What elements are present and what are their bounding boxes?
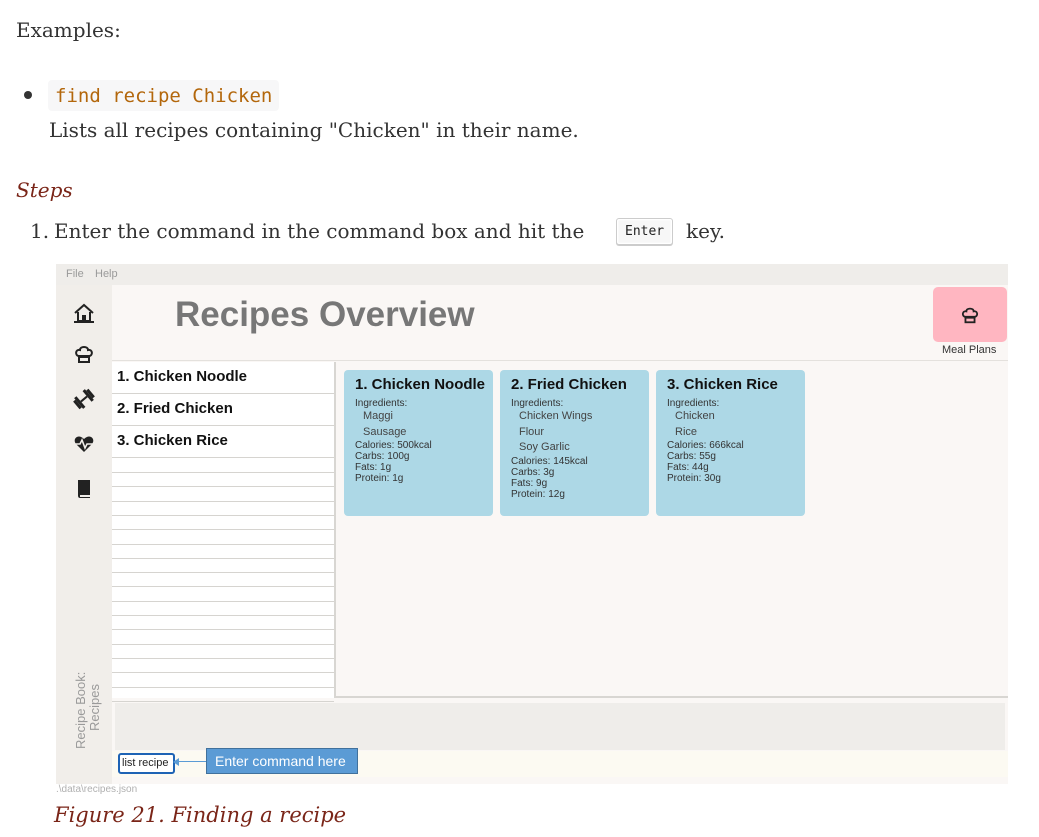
empty-row-divider bbox=[112, 615, 334, 616]
list-item[interactable]: 3. Chicken Rice bbox=[112, 426, 334, 458]
app-window: File Help Recipe Book: Recipes Recipes O… bbox=[56, 264, 1008, 784]
recipe-card-panel: 1. Chicken Noodle Ingredients: Maggi Sau… bbox=[336, 362, 1008, 698]
page-title: Recipes Overview bbox=[175, 295, 475, 334]
empty-row-divider bbox=[112, 700, 334, 702]
example-description: Lists all recipes containing "Chicken" i… bbox=[49, 118, 579, 142]
list-item[interactable]: 1. Chicken Noodle bbox=[112, 362, 334, 394]
annotation-arrow bbox=[178, 761, 206, 762]
title-area: Recipes Overview bbox=[112, 285, 1008, 361]
step-text: Enter the command in the command box and… bbox=[54, 219, 585, 243]
status-bar-path: .\data\recipes.json bbox=[56, 784, 138, 795]
card-fats: Fats: 1g bbox=[355, 462, 392, 473]
recipe-card[interactable]: 1. Chicken Noodle Ingredients: Maggi Sau… bbox=[344, 370, 493, 516]
home-icon[interactable] bbox=[70, 299, 98, 327]
meal-plans-button[interactable] bbox=[933, 287, 1007, 342]
steps-heading: Steps bbox=[16, 178, 73, 202]
recipe-book-label-line1: Recipe Book: bbox=[73, 671, 88, 749]
figure-caption: Figure 21. Finding a recipe bbox=[54, 803, 347, 827]
card-ingredient: Flour bbox=[519, 425, 545, 438]
recipe-card[interactable]: 3. Chicken Rice Ingredients: Chicken Ric… bbox=[656, 370, 805, 516]
annotation-arrowhead bbox=[173, 758, 179, 766]
empty-row-divider bbox=[112, 686, 334, 688]
recipe-list: 1. Chicken Noodle 2. Fried Chicken 3. Ch… bbox=[112, 362, 336, 702]
empty-row-divider bbox=[112, 629, 334, 631]
empty-row-divider bbox=[112, 572, 334, 574]
empty-row-divider bbox=[112, 672, 334, 674]
card-title: 2. Fried Chicken bbox=[511, 376, 627, 393]
card-fats: Fats: 9g bbox=[511, 477, 548, 489]
empty-row-divider bbox=[112, 557, 334, 559]
chef-hat-icon[interactable] bbox=[70, 340, 98, 368]
bullet-point bbox=[24, 91, 32, 99]
card-calories: Calories: 145kcal bbox=[511, 455, 588, 467]
annotation-callout: Enter command here bbox=[206, 748, 358, 774]
card-carbs: Carbs: 3g bbox=[511, 466, 555, 478]
card-ingredient: Sausage bbox=[363, 425, 407, 438]
card-ingredients-label: Ingredients: bbox=[511, 398, 564, 409]
empty-row-divider bbox=[112, 600, 334, 602]
empty-row-divider bbox=[112, 500, 334, 502]
list-item[interactable]: 2. Fried Chicken bbox=[112, 394, 334, 426]
sidebar: Recipe Book: Recipes bbox=[56, 285, 112, 784]
card-carbs: Carbs: 100g bbox=[355, 451, 410, 462]
result-display bbox=[115, 703, 1005, 750]
card-fats: Fats: 44g bbox=[667, 462, 709, 473]
example-command-code: find recipe Chicken bbox=[48, 80, 280, 111]
menu-help[interactable]: Help bbox=[95, 268, 118, 280]
step-text-end: key. bbox=[686, 219, 725, 243]
menu-file[interactable]: File bbox=[66, 268, 84, 280]
card-ingredient: Chicken Wings bbox=[519, 410, 593, 422]
card-ingredients-label: Ingredients: bbox=[667, 398, 720, 409]
empty-row-divider bbox=[112, 643, 334, 645]
card-ingredient: Rice bbox=[675, 425, 698, 438]
recipe-book-label: Recipe Book: Recipes bbox=[73, 671, 102, 749]
empty-row-divider bbox=[112, 529, 334, 531]
card-ingredient: Chicken bbox=[675, 410, 715, 422]
card-title: 1. Chicken Noodle bbox=[355, 376, 486, 393]
card-protein: Protein: 12g bbox=[511, 488, 565, 500]
card-protein: Protein: 1g bbox=[355, 473, 404, 484]
card-ingredient: Soy Garlic bbox=[519, 441, 570, 453]
menu-bar: File Help bbox=[56, 264, 1008, 285]
heartbeat-icon[interactable] bbox=[70, 430, 98, 458]
card-ingredients-label: Ingredients: bbox=[355, 398, 408, 409]
card-calories: Calories: 500kcal bbox=[355, 440, 432, 451]
recipe-book-label-line2: Recipes bbox=[87, 684, 102, 731]
empty-row-divider bbox=[112, 486, 334, 488]
empty-row-divider bbox=[112, 514, 334, 516]
step-number: 1. bbox=[30, 219, 50, 243]
card-protein: Protein: 30g bbox=[667, 473, 721, 484]
card-calories: Calories: 666kcal bbox=[667, 440, 744, 451]
card-ingredient: Maggi bbox=[363, 410, 393, 422]
empty-row-divider bbox=[112, 657, 334, 659]
card-carbs: Carbs: 55g bbox=[667, 451, 716, 462]
examples-heading: Examples: bbox=[16, 18, 121, 42]
empty-row-divider bbox=[112, 586, 334, 588]
meal-plans-label: Meal Plans bbox=[942, 344, 997, 356]
enter-key-badge: Enter bbox=[616, 218, 674, 245]
recipe-card[interactable]: 2. Fried Chicken Ingredients: Chicken Wi… bbox=[500, 370, 649, 516]
chef-hat-icon bbox=[961, 307, 979, 323]
diary-icon[interactable] bbox=[70, 475, 98, 503]
empty-row-divider bbox=[112, 543, 334, 545]
dumbbell-icon[interactable] bbox=[64, 379, 103, 418]
empty-row-divider bbox=[112, 472, 334, 473]
card-title: 3. Chicken Rice bbox=[667, 376, 778, 393]
command-input[interactable]: list recipe bbox=[118, 753, 175, 774]
